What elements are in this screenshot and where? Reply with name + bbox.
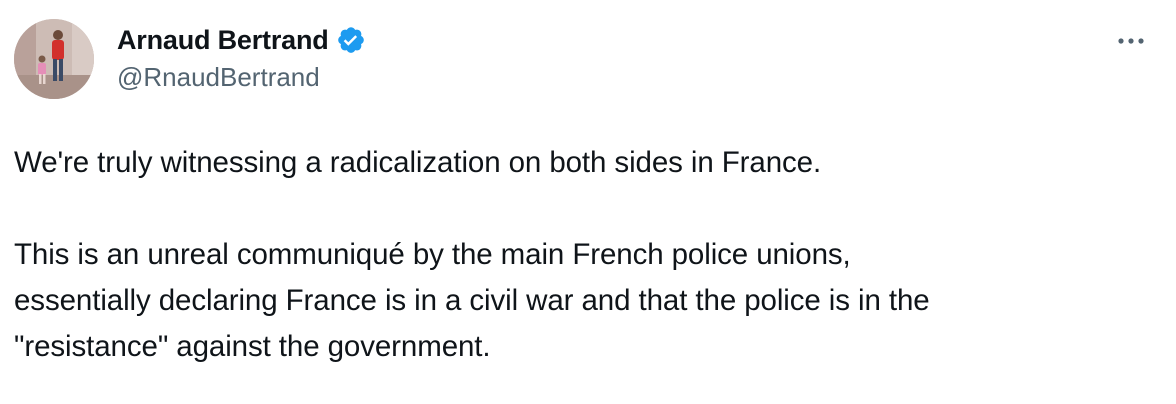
avatar-photo [14, 19, 94, 99]
tweet-paragraph-2-line-2: essentially declaring France is in a civ… [14, 284, 930, 317]
author-display-name[interactable]: Arnaud Bertrand [117, 25, 329, 56]
tweet-card: Arnaud Bertrand @RnaudBertrand We're tru… [0, 0, 1176, 404]
tweet-paragraph-1: We're truly witnessing a radicalization … [14, 146, 822, 179]
author-handle[interactable]: @RnaudBertrand [117, 62, 366, 93]
tweet-paragraph-2-line-1: This is an unreal communiqué by the main… [14, 238, 851, 271]
author-block: Arnaud Bertrand @RnaudBertrand [117, 22, 366, 93]
verified-badge-icon[interactable] [336, 25, 366, 55]
tweet-paragraph-2-line-3: "resistance" against the government. [14, 330, 491, 363]
tweet-text: We're truly witnessing a radicalization … [14, 140, 1154, 370]
name-row: Arnaud Bertrand [117, 22, 366, 58]
more-options-icon[interactable] [1112, 26, 1152, 56]
avatar[interactable] [14, 19, 94, 99]
